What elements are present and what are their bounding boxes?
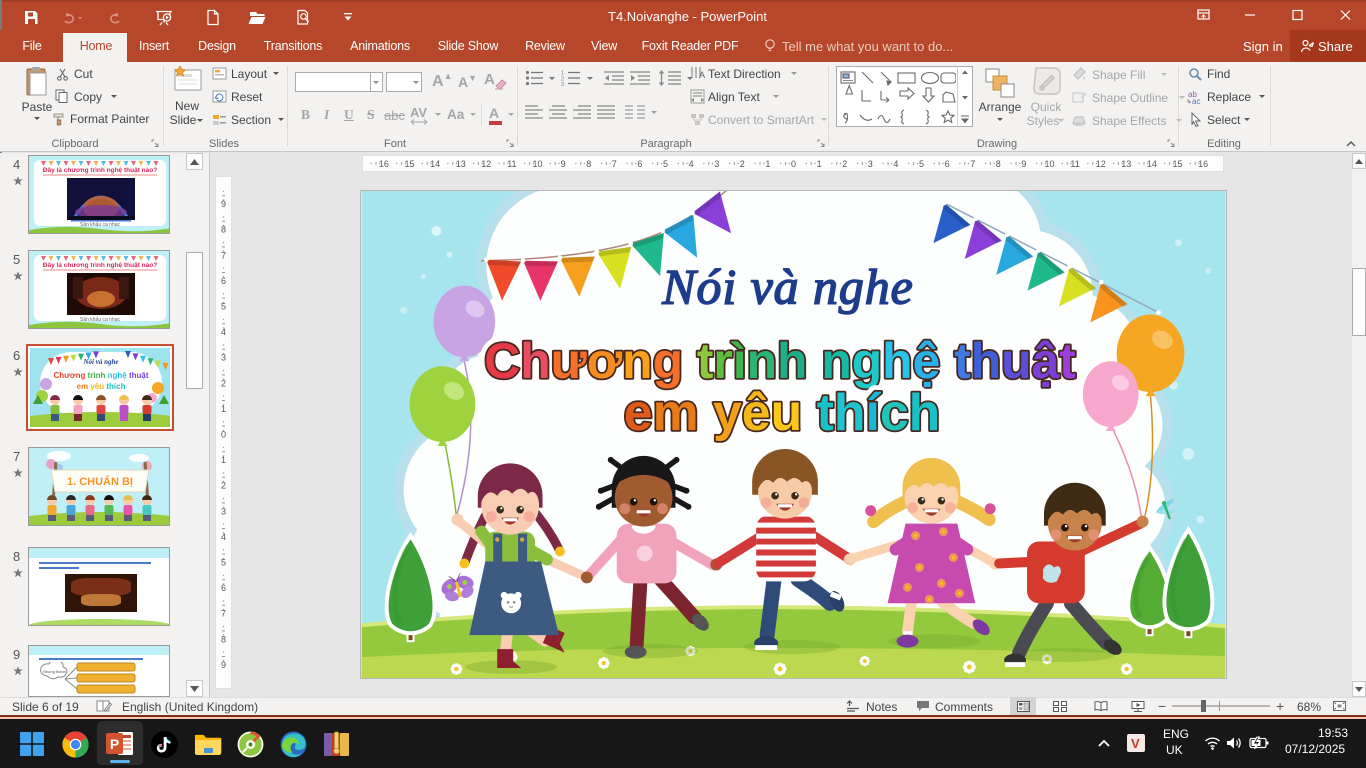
svg-text:1. CHUẨN BỊ: 1. CHUẨN BỊ <box>67 475 133 488</box>
svg-text:10: 10 <box>1044 159 1054 169</box>
svg-text:Sân khấu ca nhạc: Sân khấu ca nhạc <box>80 317 121 323</box>
svg-text:10: 10 <box>532 159 542 169</box>
svg-text:em yêu thích: em yêu thích <box>77 382 126 391</box>
svg-text:Nói và nghe: Nói và nghe <box>661 260 914 315</box>
svg-text:P: P <box>110 736 119 752</box>
svg-text:3: 3 <box>221 353 226 363</box>
svg-text:9: 9 <box>221 199 226 209</box>
svg-text:3: 3 <box>868 159 873 169</box>
svg-text:6: 6 <box>637 159 642 169</box>
svg-text:Chương trình nghệ thuật: Chương trình nghệ thuật <box>53 371 148 380</box>
svg-text:Nhung thanh: Nhung thanh <box>43 669 66 674</box>
svg-text:12: 12 <box>1096 159 1106 169</box>
svg-text:9: 9 <box>561 159 566 169</box>
svg-text:8: 8 <box>996 159 1001 169</box>
svg-text:ac: ac <box>1192 97 1200 105</box>
svg-text:16: 16 <box>379 159 389 169</box>
svg-text:6: 6 <box>945 159 950 169</box>
svg-text:9: 9 <box>1021 159 1026 169</box>
svg-text:4: 4 <box>221 532 226 542</box>
svg-text:4: 4 <box>689 159 694 169</box>
svg-text:A: A <box>699 70 705 80</box>
svg-text:14: 14 <box>430 159 440 169</box>
svg-text:13: 13 <box>1121 159 1131 169</box>
svg-text:Sân khấu ca nhạc: Sân khấu ca nhạc <box>80 222 121 228</box>
svg-text:Đây là chương trình nghệ thuật: Đây là chương trình nghệ thuật nào? <box>43 262 157 269</box>
svg-text:12: 12 <box>481 159 491 169</box>
svg-text:7: 7 <box>970 159 975 169</box>
svg-text:4: 4 <box>221 327 226 337</box>
svg-text:7: 7 <box>221 250 226 260</box>
svg-text:5: 5 <box>919 159 924 169</box>
svg-text:1: 1 <box>765 159 770 169</box>
svg-text:9: 9 <box>221 660 226 670</box>
svg-text:11: 11 <box>507 159 516 169</box>
svg-text:Nói và nghe: Nói và nghe <box>83 358 119 366</box>
svg-text:0: 0 <box>791 159 796 169</box>
svg-text:2: 2 <box>221 481 226 491</box>
svg-text:15: 15 <box>1172 159 1182 169</box>
svg-text:7: 7 <box>612 159 617 169</box>
svg-text:14: 14 <box>1147 159 1157 169</box>
svg-text:5: 5 <box>221 558 226 568</box>
svg-text:3: 3 <box>714 159 719 169</box>
svg-text:2: 2 <box>740 159 745 169</box>
svg-text:16: 16 <box>1198 159 1208 169</box>
svg-text:4: 4 <box>893 159 898 169</box>
svg-text:1: 1 <box>221 455 226 465</box>
svg-text:5: 5 <box>663 159 668 169</box>
svg-text:em yêu thích: em yêu thích <box>624 383 941 441</box>
svg-text:8: 8 <box>586 159 591 169</box>
svg-text:11: 11 <box>1070 159 1079 169</box>
svg-text:2: 2 <box>842 159 847 169</box>
svg-text:13: 13 <box>456 159 466 169</box>
svg-text:3: 3 <box>561 82 564 86</box>
svg-text:7: 7 <box>221 609 226 619</box>
svg-text:15: 15 <box>404 159 414 169</box>
svg-text:1: 1 <box>817 159 822 169</box>
svg-text:Chương trình nghệ thuật: Chương trình nghệ thuật <box>484 333 1075 389</box>
svg-text:Đây là chương trình nghệ thuật: Đây là chương trình nghệ thuật nào? <box>43 167 157 174</box>
